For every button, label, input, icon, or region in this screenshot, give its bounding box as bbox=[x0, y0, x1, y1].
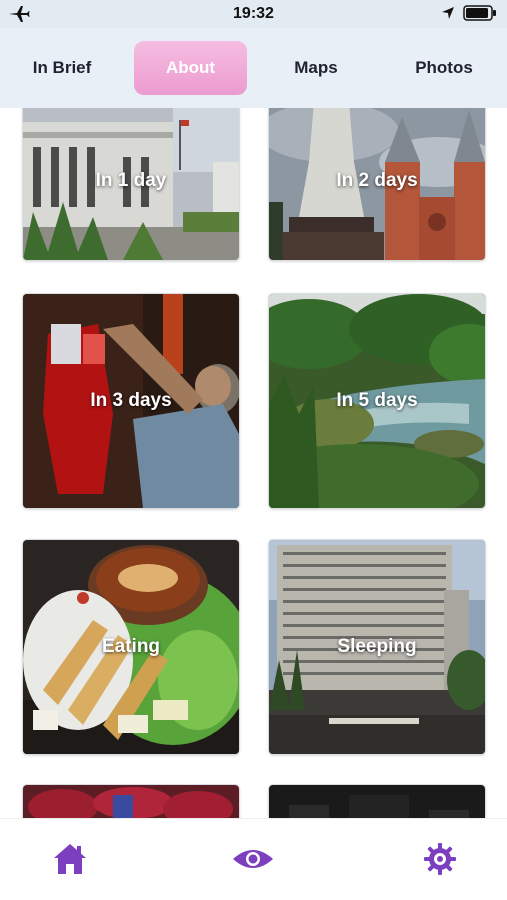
eye-icon bbox=[232, 846, 274, 877]
tile-label: In 2 days bbox=[336, 170, 418, 191]
status-right-group bbox=[441, 5, 497, 26]
tile-partial-right[interactable] bbox=[269, 785, 485, 818]
settings-button[interactable] bbox=[420, 841, 460, 881]
bottom-bar bbox=[0, 818, 507, 900]
tab-maps[interactable]: Maps bbox=[266, 41, 366, 95]
tile-label: In 1 day bbox=[95, 170, 167, 191]
tile-label: Eating bbox=[101, 636, 161, 657]
airplane-icon bbox=[8, 5, 30, 23]
view-button[interactable] bbox=[233, 841, 273, 881]
tab-about[interactable]: About bbox=[134, 41, 247, 95]
home-button[interactable] bbox=[50, 841, 90, 881]
tile-in-1-day[interactable]: In 1 day bbox=[23, 108, 239, 260]
tile-label: Sleeping bbox=[337, 636, 417, 657]
tile-image bbox=[269, 785, 485, 818]
gear-icon bbox=[423, 842, 457, 881]
tile-eating[interactable]: Eating bbox=[23, 540, 239, 754]
top-tab-bar: In Brief About Maps Photos bbox=[0, 28, 507, 108]
tile-in-2-days[interactable]: In 2 days bbox=[269, 108, 485, 260]
status-bar: 19:32 bbox=[0, 0, 507, 28]
tile-label: In 3 days bbox=[90, 390, 172, 411]
home-icon bbox=[52, 842, 88, 881]
status-time: 19:32 bbox=[233, 5, 274, 22]
tab-photos[interactable]: Photos bbox=[394, 41, 494, 95]
tab-in-brief[interactable]: In Brief bbox=[12, 41, 112, 95]
tile-label: In 5 days bbox=[336, 390, 418, 411]
location-arrow-icon bbox=[441, 6, 455, 25]
tile-in-3-days[interactable]: In 3 days bbox=[23, 294, 239, 508]
tile-in-5-days[interactable]: In 5 days bbox=[269, 294, 485, 508]
tile-image bbox=[23, 785, 239, 818]
battery-icon bbox=[463, 5, 497, 26]
about-grid: In 1 day In 2 days In 3 days In 5 days E… bbox=[0, 108, 507, 818]
tile-sleeping[interactable]: Sleeping bbox=[269, 540, 485, 754]
tile-partial-left[interactable] bbox=[23, 785, 239, 818]
